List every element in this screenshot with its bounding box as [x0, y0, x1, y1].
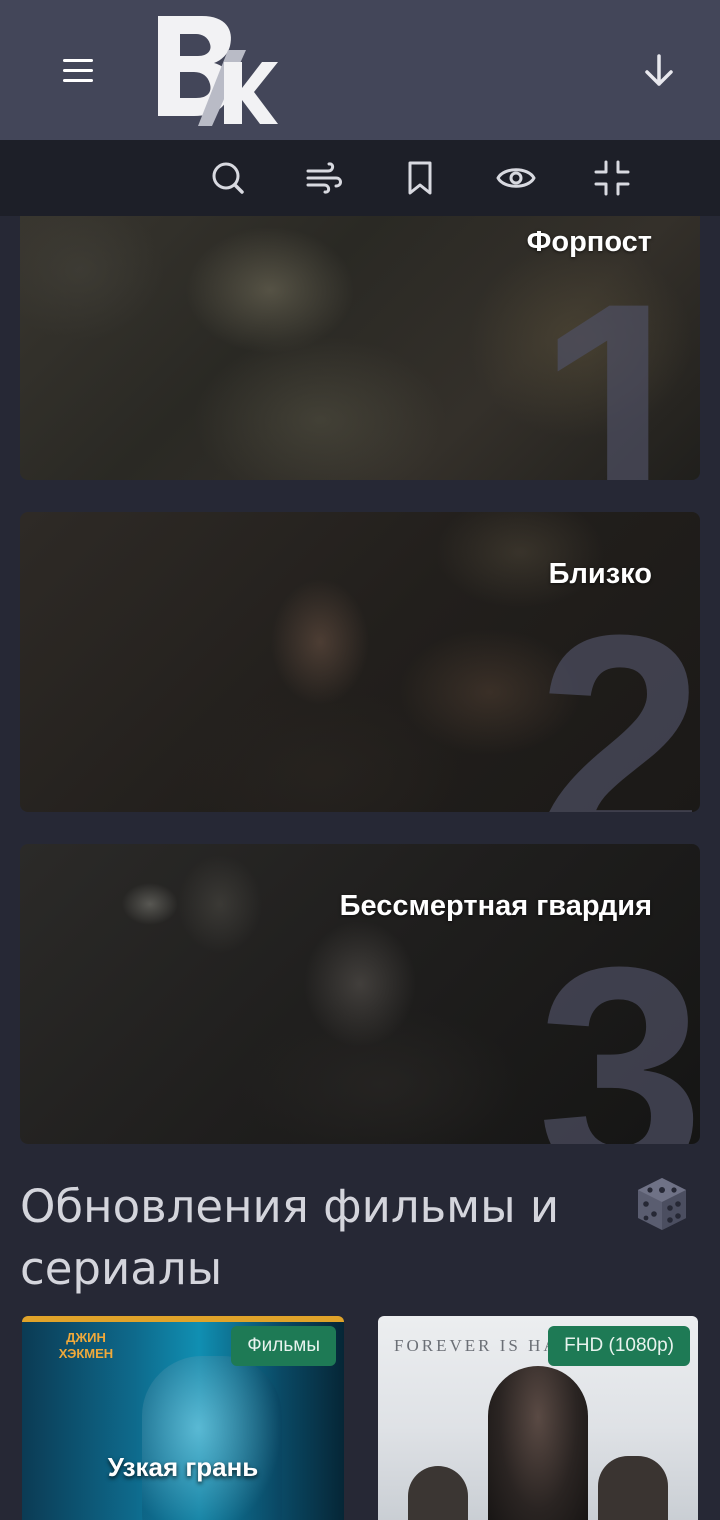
slide-title: Бессмертная гвардия: [339, 890, 652, 922]
bk-logo-icon: [158, 16, 278, 126]
wind-filter-icon[interactable]: [300, 154, 348, 202]
featured-slide[interactable]: 2 Близко: [20, 512, 700, 812]
eye-icon[interactable]: [492, 154, 540, 202]
menu-bar: [63, 58, 93, 62]
featured-slider: 1 Форпост 2 Близко 3 Бессмертная гвардия: [0, 216, 720, 1144]
menu-bar: [63, 78, 93, 82]
menu-bar: [63, 68, 93, 72]
featured-slide[interactable]: 3 Бессмертная гвардия: [20, 844, 700, 1144]
poster-figure: [142, 1356, 282, 1520]
poster-figure: [488, 1366, 588, 1520]
featured-slide[interactable]: 1 Форпост: [20, 216, 700, 480]
poster-text: FOREVER IS HARDER: [394, 1336, 554, 1355]
site-logo[interactable]: [150, 10, 280, 130]
slide-rank-number: 3: [537, 904, 700, 1144]
app-header: [0, 0, 720, 140]
hamburger-menu-icon[interactable]: [56, 46, 100, 94]
toolbar: [0, 140, 720, 216]
poster-text: ДЖИН ХЭКМЕН: [58, 1330, 114, 1361]
slide-title: Близко: [548, 558, 652, 590]
poster-stripe: [22, 1316, 344, 1322]
movie-card[interactable]: ДЖИН ХЭКМЕН Фильмы Узкая грань: [22, 1316, 344, 1520]
quality-badge[interactable]: FHD (1080p): [548, 1326, 690, 1366]
collapse-icon[interactable]: [588, 154, 636, 202]
search-icon[interactable]: [204, 154, 252, 202]
poster-figure: [598, 1456, 668, 1520]
movie-card[interactable]: FOREVER IS HARDER FHD (1080p): [378, 1316, 698, 1520]
slide-rank-number: 1: [537, 240, 700, 480]
poster-figure: [408, 1466, 468, 1520]
category-badge[interactable]: Фильмы: [231, 1326, 336, 1366]
random-dice-icon[interactable]: [632, 1174, 692, 1234]
slide-title: Форпост: [526, 226, 652, 258]
section-title: Обновления фильмы и сериалы: [20, 1180, 560, 1295]
slide-rank-number: 2: [537, 572, 700, 812]
bookmark-icon[interactable]: [396, 154, 444, 202]
card-title: Узкая грань: [107, 1452, 259, 1482]
download-arrow-icon[interactable]: [636, 48, 682, 94]
